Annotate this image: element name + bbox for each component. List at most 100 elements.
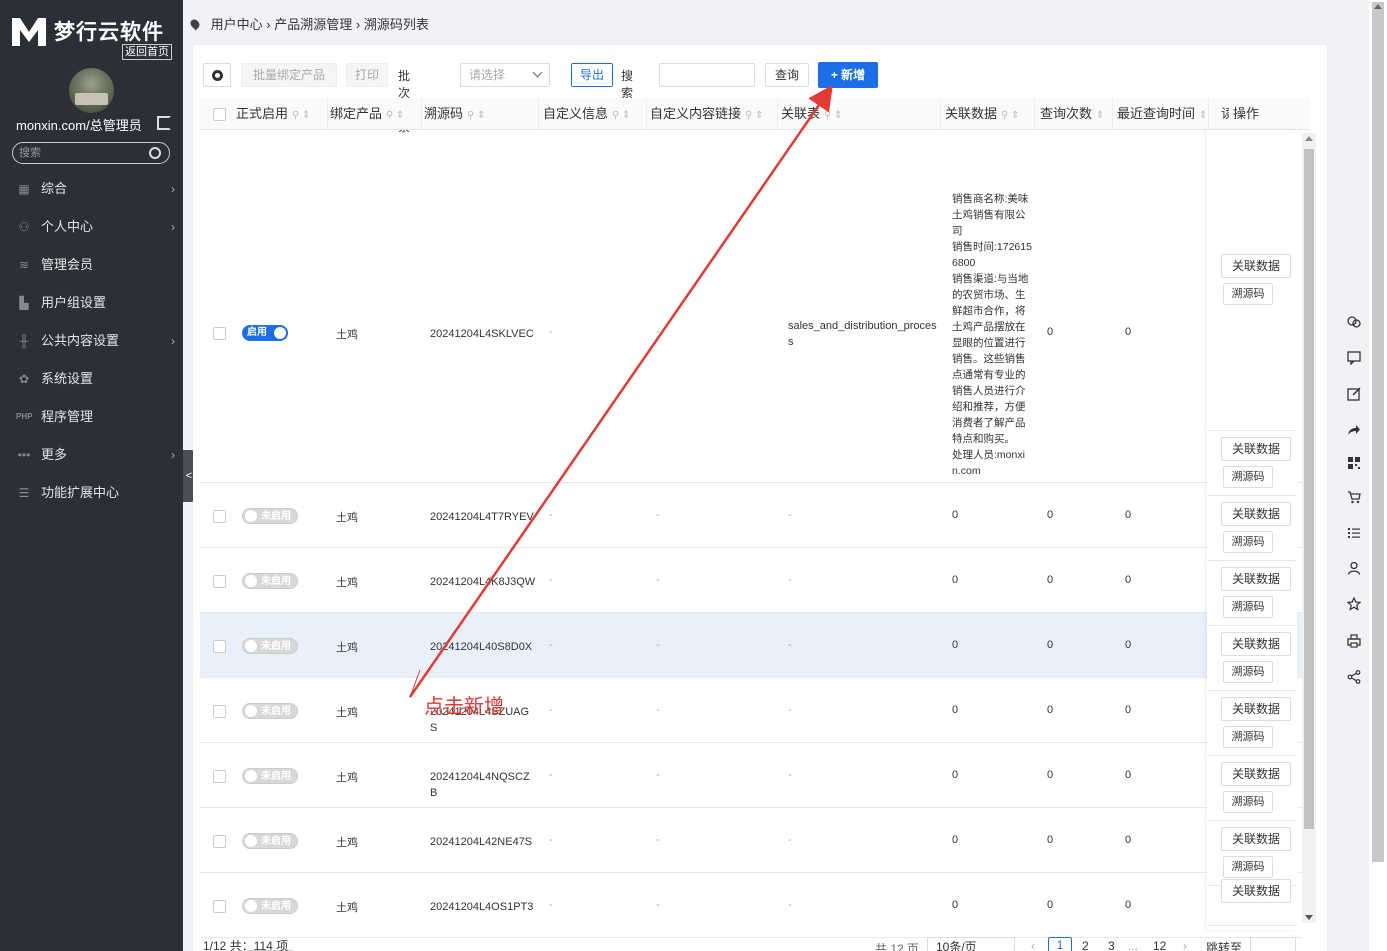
scroll-up-arrow[interactable]: [1305, 136, 1313, 141]
related-data-button[interactable]: 关联数据: [1221, 567, 1291, 591]
trace-code-button[interactable]: 溯源码: [1223, 531, 1273, 553]
breadcrumb-item-user-center[interactable]: 用户中心: [211, 17, 263, 32]
filter-sort-icon[interactable]: ⚲ ⇕: [467, 110, 485, 121]
col-custom-info[interactable]: 自定义信息 ⚲ ⇕: [543, 98, 647, 130]
row-checkbox[interactable]: [213, 510, 226, 523]
related-data-button[interactable]: 关联数据: [1221, 502, 1291, 526]
related-data-button[interactable]: 关联数据: [1221, 762, 1291, 786]
sort-icon[interactable]: ⇕: [1096, 110, 1104, 121]
logo[interactable]: 梦行云软件 返回首页: [10, 12, 175, 62]
page-1-button[interactable]: 1: [1048, 937, 1072, 951]
enable-toggle[interactable]: 未启用: [242, 638, 298, 654]
select-all-checkbox[interactable]: [213, 108, 226, 121]
enable-toggle[interactable]: 未启用: [242, 508, 298, 524]
prev-page-button[interactable]: ‹: [1031, 939, 1035, 951]
settings-button[interactable]: [203, 63, 231, 87]
page-scroll-up-arrow[interactable]: [1374, 4, 1382, 9]
user-icon[interactable]: [1347, 561, 1361, 575]
sidebar-item[interactable]: PHP 程序管理: [0, 398, 183, 436]
enable-toggle[interactable]: 未启用: [242, 768, 298, 784]
sidebar-search-input[interactable]: 搜索: [12, 142, 170, 164]
logout-icon[interactable]: [157, 116, 171, 130]
enable-toggle[interactable]: 未启用: [242, 703, 298, 719]
filter-sort-icon[interactable]: ⚲ ⇕: [1001, 110, 1019, 121]
goto-input[interactable]: [1250, 937, 1296, 951]
filter-sort-icon[interactable]: ⚲ ⇕: [292, 110, 310, 121]
trace-code-button[interactable]: 溯源码: [1223, 791, 1273, 813]
col-related-data[interactable]: 关联数据 ⚲ ⇕: [945, 98, 1035, 130]
col-product[interactable]: 绑定产品 ⚲ ⇕: [330, 98, 422, 130]
star-icon[interactable]: [1347, 597, 1361, 611]
filter-sort-icon[interactable]: ⚲ ⇕: [824, 110, 842, 121]
row-checkbox[interactable]: [213, 640, 226, 653]
enable-toggle[interactable]: 未启用: [242, 573, 298, 589]
enable-toggle[interactable]: 未启用: [242, 898, 298, 914]
search-icon[interactable]: [149, 147, 161, 159]
trace-code-button[interactable]: 溯源码: [1223, 726, 1273, 748]
related-data-button[interactable]: 关联数据: [1221, 697, 1291, 721]
enable-toggle[interactable]: 未启用: [242, 833, 298, 849]
related-data-button[interactable]: 关联数据: [1221, 879, 1291, 903]
print-button[interactable]: 打印: [346, 63, 388, 87]
sidebar-item[interactable]: ⚇ 个人中心 ›: [0, 208, 183, 246]
page-size-select[interactable]: 10条/页: [927, 937, 1015, 951]
comment-icon[interactable]: [1347, 351, 1361, 365]
sidebar-item[interactable]: ≋ 管理会员: [0, 246, 183, 284]
related-data-button[interactable]: 关联数据: [1221, 254, 1291, 278]
scroll-thumb[interactable]: [1304, 149, 1314, 829]
col-custom-link[interactable]: 自定义内容链接 ⚲ ⇕: [650, 98, 778, 130]
table-scrollbar[interactable]: [1302, 133, 1316, 923]
row-checkbox[interactable]: [213, 575, 226, 588]
col-query-count[interactable]: 查询次数 ⇕: [1040, 98, 1113, 130]
qrcode-icon[interactable]: [1347, 456, 1361, 470]
row-checkbox[interactable]: [213, 835, 226, 848]
trace-code-button[interactable]: 溯源码: [1223, 466, 1273, 488]
col-last-query[interactable]: 最近查询时间 ⇕: [1117, 98, 1209, 130]
row-checkbox[interactable]: [213, 705, 226, 718]
batch-bind-product-button[interactable]: 批量绑定产品: [241, 63, 337, 87]
username[interactable]: monxin.com/总管理员: [16, 115, 142, 134]
query-button[interactable]: 查询: [765, 63, 809, 87]
related-data-button[interactable]: 关联数据: [1221, 632, 1291, 656]
col-enabled[interactable]: 正式启用 ⚲ ⇕: [236, 98, 328, 130]
sidebar-item[interactable]: ••• 更多 ›: [0, 436, 183, 474]
col-related-table[interactable]: 关联表 ⚲ ⇕: [781, 98, 941, 130]
search-input[interactable]: [659, 63, 755, 87]
back-home-link[interactable]: 返回首页: [122, 44, 172, 60]
page-3-button[interactable]: 3: [1108, 939, 1115, 951]
sidebar-item[interactable]: ✿ 系统设置: [0, 360, 183, 398]
list-icon[interactable]: [1347, 526, 1361, 540]
page-scroll-thumb[interactable]: [1372, 2, 1384, 862]
wechat-icon[interactable]: [1347, 315, 1361, 329]
next-page-button[interactable]: ›: [1183, 939, 1187, 951]
row-checkbox[interactable]: [213, 770, 226, 783]
page-scrollbar[interactable]: [1369, 0, 1387, 951]
scroll-down-arrow[interactable]: [1305, 915, 1313, 920]
share-arrow-icon[interactable]: [1347, 423, 1361, 437]
enable-toggle[interactable]: 启用: [242, 325, 288, 341]
breadcrumb-item-trace-management[interactable]: 产品溯源管理: [274, 17, 352, 32]
trace-code-button[interactable]: 溯源码: [1223, 283, 1273, 305]
col-truncated[interactable]: 读: [1221, 98, 1229, 130]
sort-icon[interactable]: ⇕: [1199, 110, 1207, 121]
batch-select[interactable]: 请选择: [460, 63, 550, 87]
sidebar-item[interactable]: ☰ 功能扩展中心: [0, 474, 183, 512]
page-12-button[interactable]: 12: [1153, 939, 1166, 951]
filter-sort-icon[interactable]: ⚲ ⇕: [612, 110, 630, 121]
add-button[interactable]: + 新增: [818, 62, 878, 88]
avatar[interactable]: [69, 68, 114, 113]
related-data-button[interactable]: 关联数据: [1221, 827, 1291, 851]
page-2-button[interactable]: 2: [1082, 939, 1089, 951]
trace-code-button[interactable]: 溯源码: [1223, 596, 1273, 618]
filter-sort-icon[interactable]: ⚲ ⇕: [745, 110, 763, 121]
row-checkbox[interactable]: [213, 327, 226, 340]
related-data-button[interactable]: 关联数据: [1221, 437, 1291, 461]
filter-sort-icon[interactable]: ⚲ ⇕: [386, 110, 404, 121]
print-icon[interactable]: [1347, 634, 1361, 648]
row-checkbox[interactable]: [213, 900, 226, 913]
edit-icon[interactable]: [1347, 387, 1361, 401]
share-icon[interactable]: [1347, 670, 1361, 684]
export-button[interactable]: 导出: [571, 63, 613, 87]
trace-code-button[interactable]: 溯源码: [1223, 661, 1273, 683]
sidebar-item[interactable]: ╫ 公共内容设置 ›: [0, 322, 183, 360]
